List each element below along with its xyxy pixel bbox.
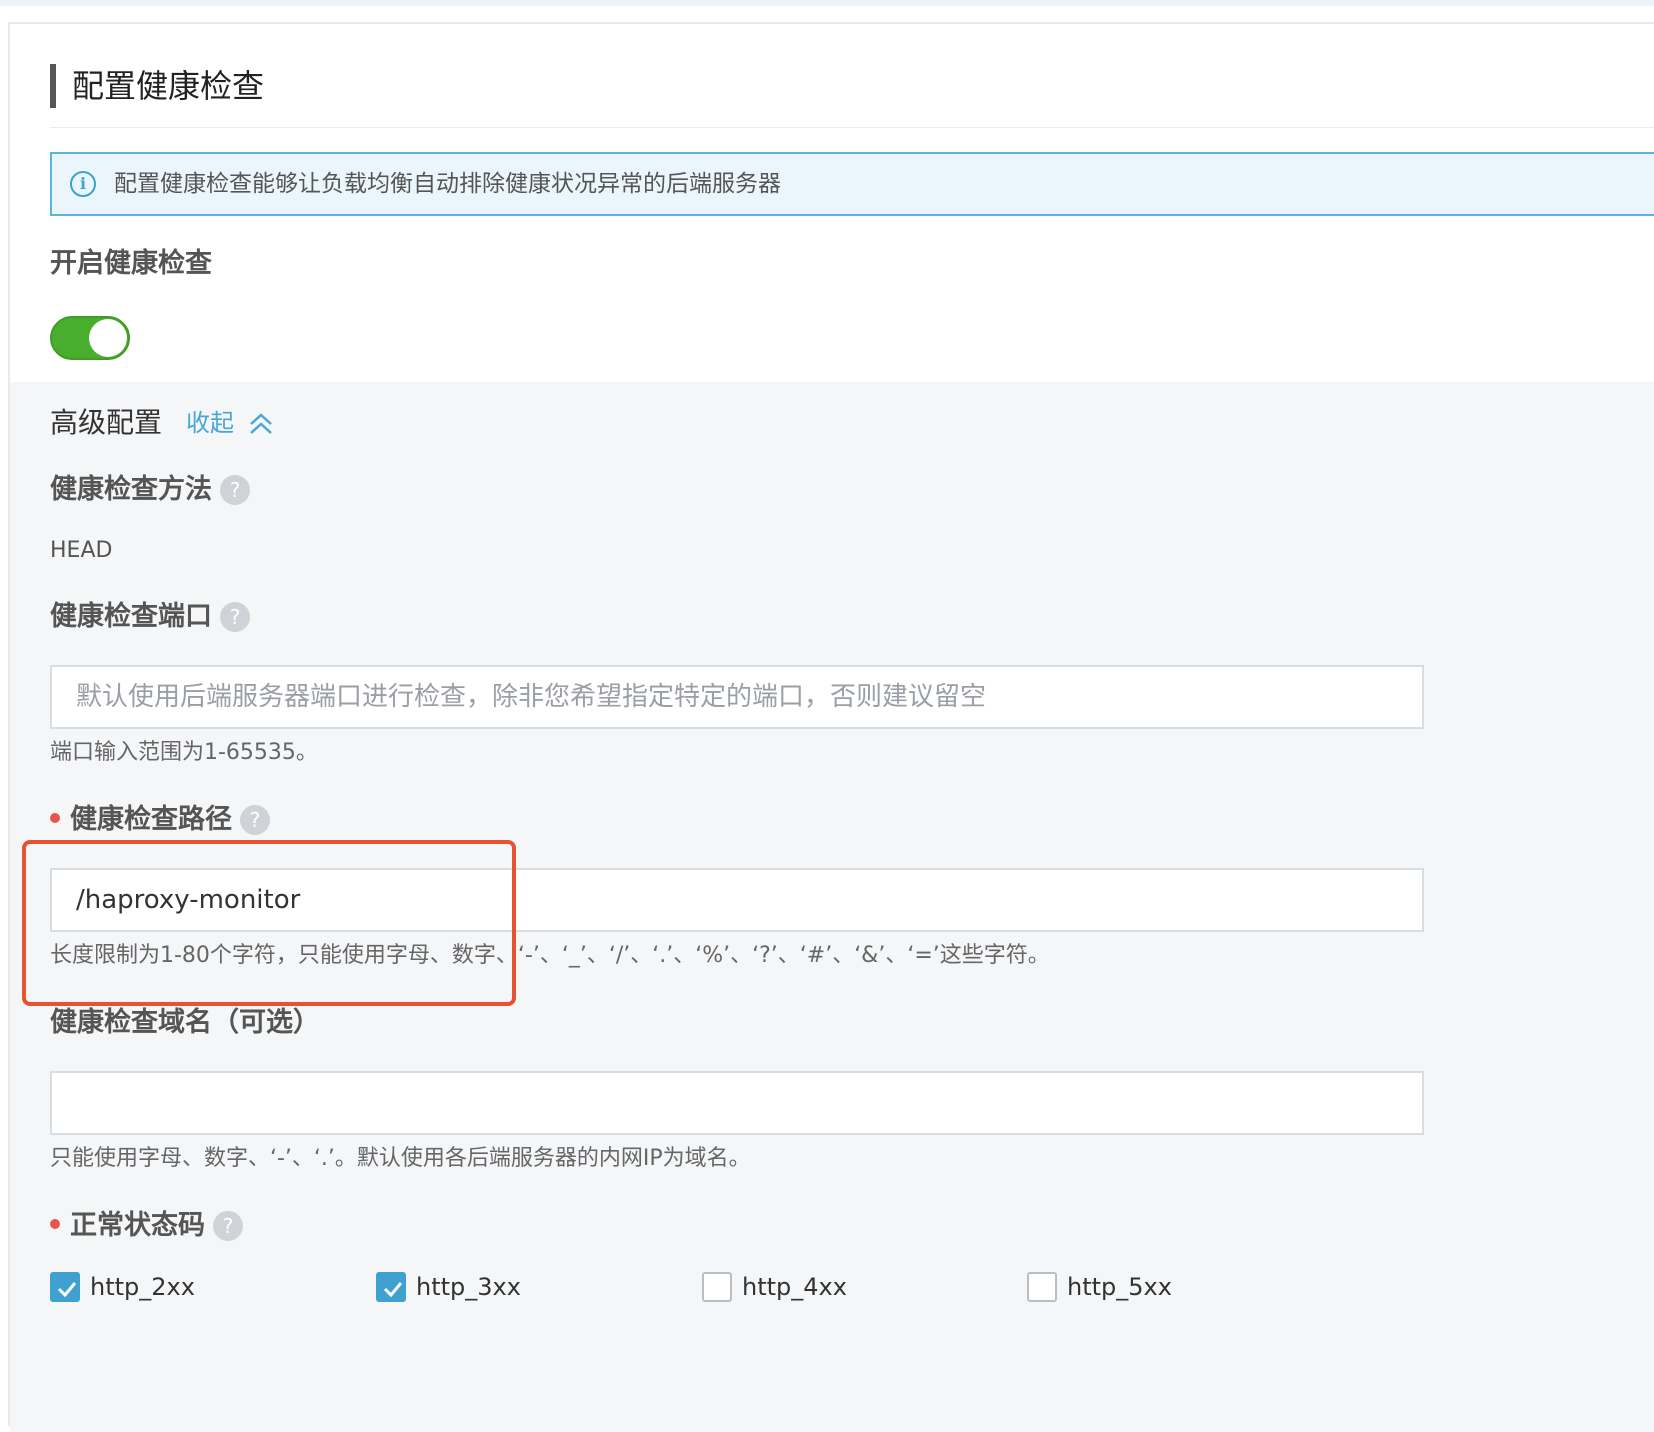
checkbox-label: http_4xx (742, 1273, 847, 1301)
section-title: 配置健康检查 (50, 64, 264, 108)
checkbox-http-4xx[interactable]: http_4xx (702, 1272, 847, 1312)
enable-health-check-label: 开启健康检查 (50, 248, 212, 279)
status-code-checkboxes: http_2xx http_3xx http_4xx http_5xx (50, 1272, 1450, 1312)
top-tab-strip (0, 0, 1654, 6)
domain-input[interactable] (50, 1071, 1424, 1135)
port-label: 健康检查端口 (50, 601, 212, 632)
path-input[interactable] (50, 868, 1424, 932)
health-check-panel: 配置健康检查 i 配置健康检查能够让负载均衡自动排除健康状况异常的后端服务器 开… (8, 22, 1654, 1432)
method-label-row: 健康检查方法? (50, 472, 250, 508)
help-icon[interactable]: ? (220, 475, 250, 505)
checkbox-http-5xx[interactable]: http_5xx (1027, 1272, 1172, 1312)
domain-hint: 只能使用字母、数字、‘-’、‘.’。默认使用各后端服务器的内网IP为域名。 (50, 1146, 751, 1171)
enable-health-check-toggle[interactable] (50, 316, 130, 360)
port-label-row: 健康检查端口? (50, 599, 250, 635)
checkbox-box (376, 1272, 406, 1302)
checkbox-http-3xx[interactable]: http_3xx (376, 1272, 521, 1312)
method-value: HEAD (50, 538, 113, 563)
info-icon: i (70, 171, 96, 197)
required-dot (50, 1219, 60, 1229)
info-banner: i 配置健康检查能够让负载均衡自动排除健康状况异常的后端服务器 (50, 152, 1654, 216)
chevron-up-icon (249, 413, 272, 434)
advanced-config-section: 高级配置 收起 健康检查方法? HEAD 健康检查端口? 端口输入范围为1-65… (10, 382, 1654, 1432)
checkbox-label: http_5xx (1067, 1273, 1172, 1301)
port-input[interactable] (50, 665, 1424, 729)
help-icon[interactable]: ? (213, 1211, 243, 1241)
method-label: 健康检查方法 (50, 474, 212, 505)
collapse-link[interactable]: 收起 (186, 404, 274, 442)
domain-label: 健康检查域名（可选） (50, 1007, 320, 1038)
path-hint: 长度限制为1-80个字符，只能使用字母、数字、‘-’、‘_’、‘/’、‘.’、‘… (50, 943, 1050, 968)
help-icon[interactable]: ? (240, 805, 270, 835)
status-code-label: 正常状态码 (70, 1210, 205, 1241)
info-banner-text: 配置健康检查能够让负载均衡自动排除健康状况异常的后端服务器 (114, 171, 781, 197)
checkbox-label: http_2xx (90, 1273, 195, 1301)
divider (50, 127, 1654, 128)
path-label-row: 健康检查路径? (50, 802, 270, 838)
check-icon (383, 1282, 403, 1298)
collapse-link-label: 收起 (186, 409, 234, 437)
advanced-config-title: 高级配置 (50, 406, 163, 439)
required-dot (50, 813, 60, 823)
path-label: 健康检查路径 (70, 804, 232, 835)
checkbox-box (1027, 1272, 1057, 1302)
checkbox-box (50, 1272, 80, 1302)
check-icon (57, 1282, 77, 1298)
checkbox-label: http_3xx (416, 1273, 521, 1301)
toggle-knob (89, 319, 127, 357)
help-icon[interactable]: ? (220, 602, 250, 632)
checkbox-http-2xx[interactable]: http_2xx (50, 1272, 195, 1312)
port-hint: 端口输入范围为1-65535。 (50, 740, 318, 765)
checkbox-box (702, 1272, 732, 1302)
status-code-label-row: 正常状态码? (50, 1208, 243, 1244)
